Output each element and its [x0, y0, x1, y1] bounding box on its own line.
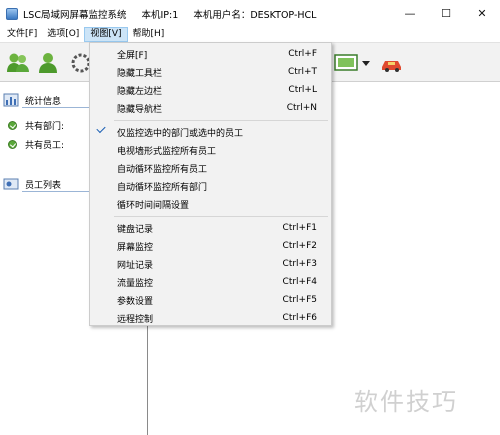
view-menu-item[interactable]: 屏幕监控 Ctrl+F2	[90, 237, 331, 255]
view-menu-dropdown: 全屏[F] Ctrl+F 隐藏工具栏 Ctrl+T 隐藏左边栏 Ctrl+L 隐…	[89, 42, 332, 326]
view-menu-item-shortcut: Ctrl+F	[288, 49, 317, 59]
view-menu-item-shortcut: Ctrl+F6	[282, 313, 317, 323]
view-menu-item-shortcut: Ctrl+F3	[282, 259, 317, 269]
view-menu-item[interactable]: 键盘记录 Ctrl+F1	[90, 219, 331, 237]
view-menu-item-label: 隐藏工具栏	[117, 68, 163, 79]
menu-help[interactable]: 帮助[H]	[128, 27, 170, 42]
view-menu-item-label: 键盘记录	[117, 224, 154, 235]
title-app-name: LSC局域网屏幕监控系统	[23, 9, 127, 21]
users-group-icon	[39, 53, 57, 73]
add-users-button[interactable]	[4, 49, 32, 77]
view-menu-item[interactable]: 流量监控 Ctrl+F4	[90, 273, 331, 291]
title-local-ip: 本机IP:1	[141, 9, 179, 21]
staff-count-row: 共有员工:	[8, 138, 64, 151]
menu-bar: 文件[F] 选项[O] 视图[V] 帮助[H]	[0, 27, 500, 42]
view-menu-item[interactable]: 参数设置 Ctrl+F5	[90, 291, 331, 309]
view-menu-item-label: 隐藏导航栏	[117, 104, 163, 115]
view-menu-item-label: 电视墙形式监控所有员工	[117, 146, 217, 157]
dept-count-row: 共有部门:	[8, 119, 64, 132]
app-icon	[6, 7, 18, 20]
view-menu-item[interactable]: 隐藏工具栏 Ctrl+T	[90, 63, 331, 81]
view-menu-item-label: 参数设置	[117, 296, 154, 307]
close-icon: ✕	[477, 7, 487, 20]
maximize-icon: ☐	[441, 7, 451, 20]
view-menu-item-label: 循环时间间隔设置	[117, 200, 190, 211]
dept-count-label: 共有部门:	[25, 122, 65, 132]
title-bar: LSC局域网屏幕监控系统 本机IP:1 本机用户名：DESKTOP-HCL — …	[0, 0, 500, 27]
view-menu-item[interactable]: 仅监控选中的部门或选中的员工	[90, 123, 331, 141]
view-menu-item-shortcut: Ctrl+T	[287, 67, 317, 77]
screen-monitor-button[interactable]	[333, 49, 361, 77]
view-menu-item-label: 自动循环监控所有员工	[117, 164, 208, 175]
maximize-button[interactable]: ☐	[428, 0, 464, 27]
close-button[interactable]: ✕	[464, 0, 500, 27]
remote-control-button[interactable]	[378, 49, 406, 77]
view-menu-item[interactable]: 全屏[F] Ctrl+F	[90, 45, 331, 63]
view-menu-item-label: 仅监控选中的部门或选中的员工	[117, 128, 244, 139]
menu-view[interactable]: 视图[V]	[84, 27, 128, 42]
view-menu-item-shortcut: Ctrl+F4	[282, 277, 317, 287]
user-group-button[interactable]	[34, 49, 62, 77]
view-menu-item[interactable]: 电视墙形式监控所有员工	[90, 141, 331, 159]
dropdown-arrow-icon	[362, 61, 370, 66]
check-circle-icon	[8, 121, 17, 130]
view-menu-item[interactable]: 网址记录 Ctrl+F3	[90, 255, 331, 273]
check-circle-icon	[8, 140, 17, 149]
watermark: 软件技巧	[354, 388, 458, 416]
view-menu-item-label: 全屏[F]	[117, 50, 148, 61]
view-menu-item[interactable]: 自动循环监控所有员工	[90, 159, 331, 177]
view-menu-item-shortcut: Ctrl+N	[286, 103, 317, 113]
staff-list-header-label: 员工列表	[25, 180, 62, 191]
screen-monitor-icon	[334, 54, 358, 71]
staff-count-label: 共有员工:	[25, 141, 65, 151]
view-menu-item-shortcut: Ctrl+L	[288, 85, 317, 95]
users-add-icon	[7, 53, 29, 72]
window-title: LSC局域网屏幕监控系统 本机IP:1 本机用户名：DESKTOP-HCL	[23, 7, 328, 21]
view-menu-item-label: 远程控制	[117, 314, 154, 325]
stats-icon	[3, 93, 19, 107]
view-menu-item-shortcut: Ctrl+F5	[282, 295, 317, 305]
minimize-button[interactable]: —	[392, 0, 428, 27]
car-icon	[382, 61, 401, 72]
view-menu-item[interactable]: 隐藏导航栏 Ctrl+N	[90, 99, 331, 117]
view-menu-item-label: 隐藏左边栏	[117, 86, 163, 97]
staff-list-icon	[3, 178, 19, 190]
view-menu-item-shortcut: Ctrl+F1	[282, 223, 317, 233]
monitor-dropdown-button[interactable]	[359, 49, 373, 77]
gear-icon	[71, 53, 89, 73]
stats-header-label: 统计信息	[25, 96, 62, 107]
view-menu-item[interactable]: 隐藏左边栏 Ctrl+L	[90, 81, 331, 99]
view-menu-item[interactable]: 远程控制 Ctrl+F6	[90, 309, 331, 327]
settings-button[interactable]	[62, 49, 90, 77]
view-menu-item-shortcut: Ctrl+F2	[282, 241, 317, 251]
menu-separator	[114, 120, 328, 121]
title-local-user: 本机用户名：DESKTOP-HCL	[193, 9, 317, 21]
menu-options[interactable]: 选项[O]	[42, 27, 84, 42]
view-menu-item[interactable]: 循环时间间隔设置	[90, 195, 331, 213]
menu-file[interactable]: 文件[F]	[2, 27, 42, 42]
view-menu-item-label: 流量监控	[117, 278, 154, 289]
view-menu-item-label: 网址记录	[117, 260, 154, 271]
view-menu-item-label: 屏幕监控	[117, 242, 154, 253]
view-menu-item[interactable]: 自动循环监控所有部门	[90, 177, 331, 195]
minimize-icon: —	[404, 7, 416, 20]
menu-separator	[114, 216, 328, 217]
checkmark-icon	[96, 123, 106, 134]
view-menu-item-label: 自动循环监控所有部门	[117, 182, 208, 193]
